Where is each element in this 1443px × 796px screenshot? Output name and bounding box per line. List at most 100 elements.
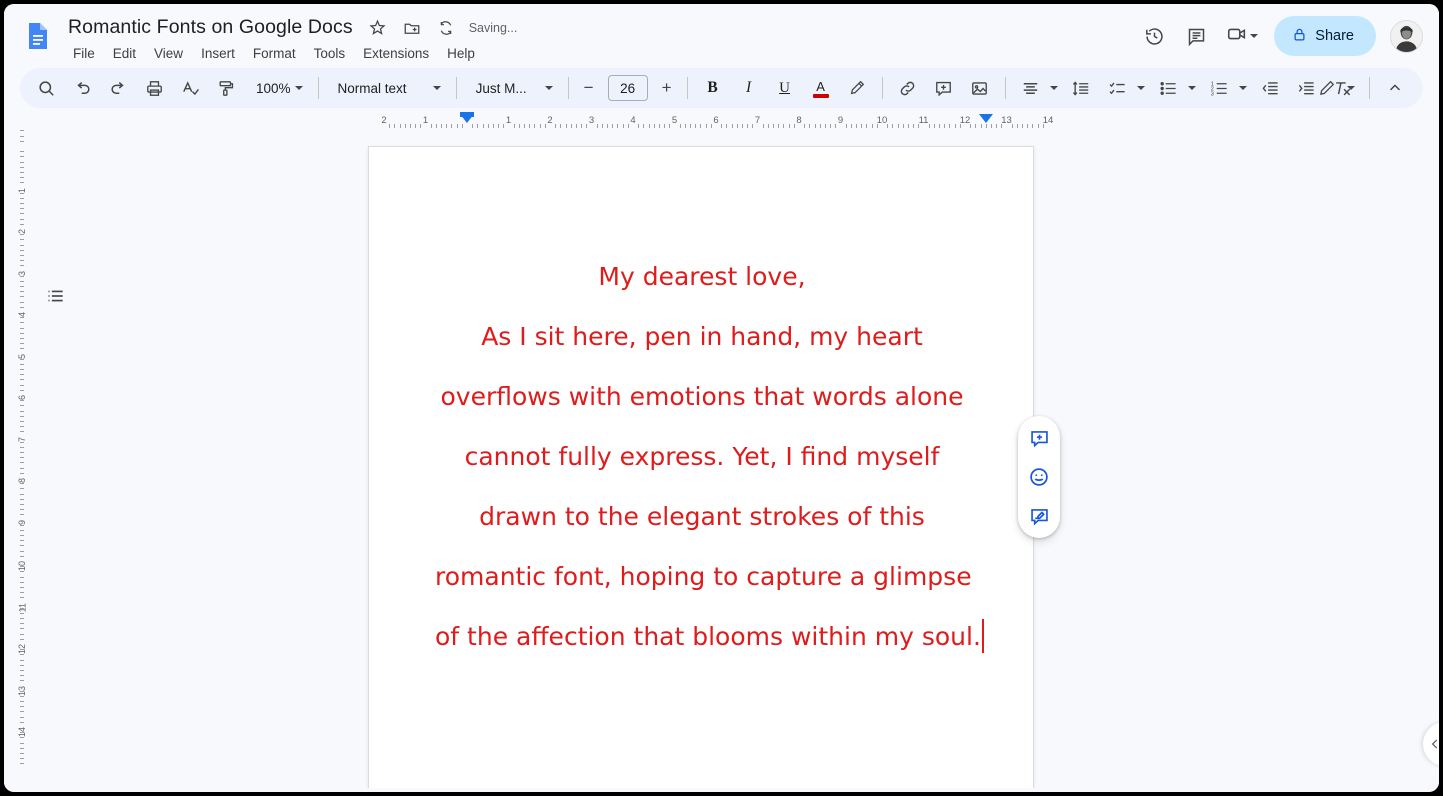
horizontal-ruler-track[interactable]: 2 1 1 2 3 4 5 6 7 8 9 10 11 12 13 14	[364, 112, 1053, 130]
right-indent-marker[interactable]	[978, 114, 993, 123]
ruler-tick	[394, 124, 396, 128]
ruler-tick	[20, 540, 24, 542]
star-icon[interactable]	[365, 15, 391, 41]
ruler-tick	[20, 384, 24, 386]
numbered-list-dropdown-caret[interactable]	[1236, 73, 1250, 103]
menu-file[interactable]: File	[64, 43, 104, 64]
highlight-pen-icon[interactable]	[842, 73, 872, 103]
ruler-tick	[20, 452, 24, 454]
ruler-tick	[529, 124, 531, 128]
ruler-tick	[1022, 124, 1024, 128]
ruler-tick	[20, 633, 24, 635]
ruler-tick	[752, 124, 754, 128]
meet-button[interactable]	[1218, 16, 1264, 56]
first-line-indent-marker[interactable]	[460, 112, 474, 117]
bulleted-list-dropdown-caret[interactable]	[1185, 73, 1199, 103]
share-button[interactable]: Share	[1274, 16, 1376, 56]
ruler-label: 5	[17, 353, 27, 359]
italic-button[interactable]: I	[734, 73, 764, 103]
ruler-label: 6	[17, 395, 27, 401]
ruler-tick	[20, 208, 24, 210]
ruler-tick	[1032, 124, 1034, 128]
ruler-tick	[20, 716, 24, 718]
font-family-selector[interactable]: Just M...	[466, 73, 559, 103]
ruler-tick	[20, 472, 24, 474]
editing-mode-pencil-icon[interactable]	[1312, 73, 1342, 103]
ruler-tick	[726, 124, 728, 128]
horizontal-ruler[interactable]: 2 1 1 2 3 4 5 6 7 8 9 10 11 12 13 14	[4, 112, 1439, 130]
google-docs-logo-icon[interactable]	[22, 20, 54, 52]
decrease-font-size-button[interactable]: −	[576, 75, 602, 101]
underline-button[interactable]: U	[770, 73, 800, 103]
paint-format-icon[interactable]	[211, 73, 241, 103]
ruler-tick	[20, 592, 24, 594]
menu-help[interactable]: Help	[438, 43, 484, 64]
menu-extensions[interactable]: Extensions	[354, 43, 438, 64]
font-size-input[interactable]: 26	[607, 75, 648, 101]
collapse-toolbar-button[interactable]	[1380, 73, 1410, 103]
add-comment-icon[interactable]	[1024, 423, 1054, 453]
checklist-icon[interactable]	[1103, 73, 1133, 103]
avatar[interactable]	[1390, 19, 1423, 53]
editing-mode-dropdown-caret[interactable]	[1343, 73, 1359, 103]
increase-font-size-button[interactable]: +	[654, 75, 680, 101]
numbered-list-icon[interactable]: 1 2 3	[1205, 73, 1235, 103]
bold-button[interactable]: B	[698, 73, 728, 103]
ruler-tick	[607, 124, 609, 128]
ruler-tick	[20, 203, 24, 205]
menu-tools[interactable]: Tools	[305, 43, 355, 64]
add-comment-icon[interactable]	[929, 73, 959, 103]
ruler-tick	[788, 124, 790, 128]
checklist-dropdown-caret[interactable]	[1134, 73, 1148, 103]
collapse-panel-button[interactable]	[1423, 722, 1439, 766]
chevron-left-icon	[1431, 739, 1438, 749]
text-color-button[interactable]: A	[806, 73, 836, 103]
menu-format[interactable]: Format	[244, 43, 305, 64]
ruler-tick	[518, 124, 520, 128]
bulleted-list-icon[interactable]	[1154, 73, 1184, 103]
spelling-grammar-check-icon[interactable]	[175, 73, 205, 103]
menu-view[interactable]: View	[145, 43, 192, 64]
ruler-tick	[996, 124, 998, 128]
emoji-reaction-icon[interactable]	[1024, 462, 1054, 492]
align-dropdown-caret[interactable]	[1047, 73, 1061, 103]
align-center-icon[interactable]	[1016, 73, 1046, 103]
print-icon[interactable]	[139, 73, 169, 103]
suggest-edit-icon[interactable]	[1024, 501, 1054, 531]
document-body-text[interactable]: My dearest love, As I sit here, pen in ha…	[435, 247, 984, 667]
undo-icon[interactable]	[67, 73, 97, 103]
document-outline-icon[interactable]	[40, 280, 72, 312]
ruler-tick	[20, 306, 24, 308]
paragraph-style-selector[interactable]: Normal text	[328, 73, 447, 103]
ruler-label: 14	[17, 727, 27, 738]
menu-insert[interactable]: Insert	[192, 43, 244, 64]
insert-link-icon[interactable]	[893, 73, 923, 103]
toolbar-divider	[1004, 77, 1006, 99]
ruler-tick	[985, 124, 987, 128]
redo-icon[interactable]	[103, 73, 133, 103]
ruler-tick	[705, 124, 707, 128]
ruler-tick	[534, 124, 536, 128]
move-to-folder-icon[interactable]	[399, 15, 425, 41]
ruler-tick	[970, 124, 972, 128]
vertical-ruler[interactable]: 1 2 3 4 5 6 7 8 9 10 11 12 13 14	[8, 130, 27, 788]
version-history-icon[interactable]	[1134, 16, 1174, 56]
ruler-label: 8	[796, 115, 802, 126]
chevron-down-icon	[1187, 86, 1196, 90]
open-comment-history-icon[interactable]	[1176, 16, 1216, 56]
ruler-tick	[472, 124, 474, 128]
ruler-tick	[700, 124, 702, 128]
zoom-selector[interactable]: 100%	[246, 73, 309, 103]
document-page[interactable]: My dearest love, As I sit here, pen in ha…	[368, 146, 1034, 788]
search-icon[interactable]	[31, 73, 61, 103]
line-spacing-icon[interactable]	[1067, 73, 1097, 103]
ruler-tick	[20, 488, 24, 490]
ruler-tick	[492, 124, 494, 128]
page-title[interactable]: Romantic Fonts on Google Docs	[64, 14, 357, 41]
ruler-label: 7	[17, 436, 27, 442]
ruler-tick	[415, 124, 417, 128]
insert-image-icon[interactable]	[965, 73, 995, 103]
menu-edit[interactable]: Edit	[104, 43, 145, 64]
decrease-indent-icon[interactable]	[1256, 73, 1286, 103]
offline-sync-icon[interactable]	[433, 15, 459, 41]
